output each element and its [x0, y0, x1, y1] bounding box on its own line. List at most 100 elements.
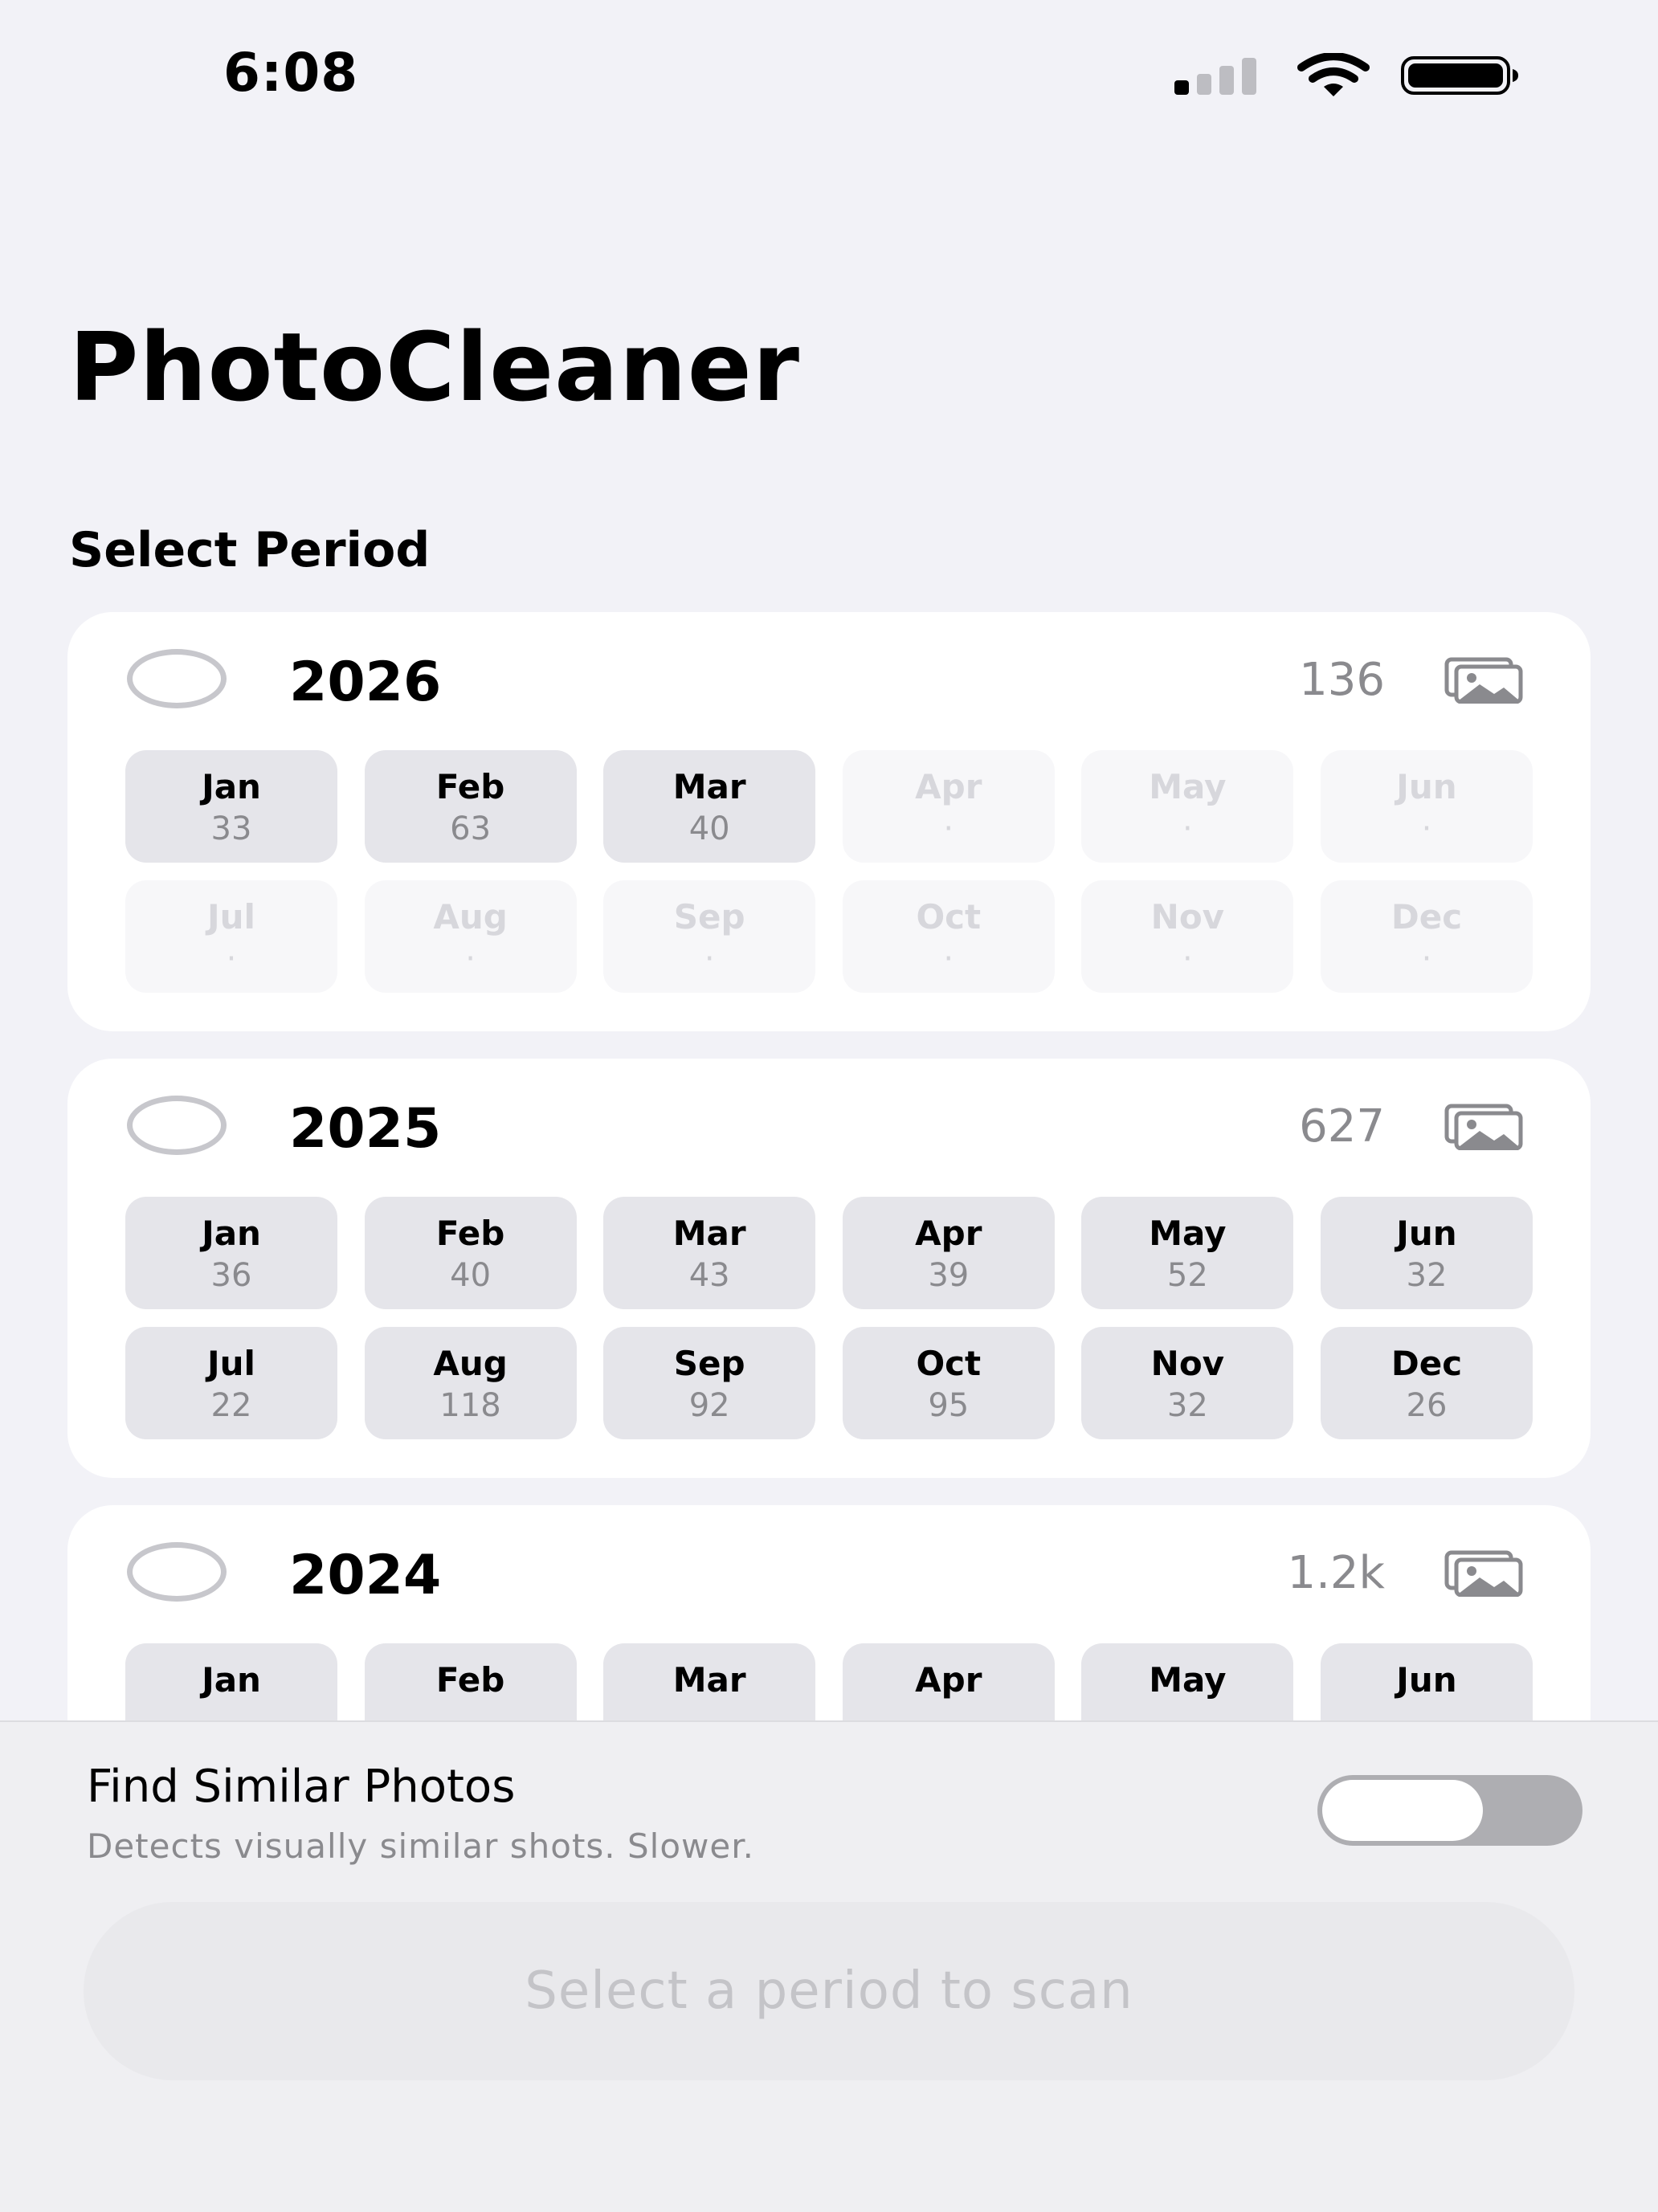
similar-photos-title: Find Similar Photos [87, 1761, 516, 1813]
year-photo-count: 627 [1299, 1100, 1385, 1153]
month-count: 36 [210, 1257, 252, 1294]
month-name: Mar [672, 1214, 746, 1253]
photo-stack-icon [1444, 1550, 1523, 1597]
month-count: 118 [439, 1387, 501, 1424]
bottom-panel: Find Similar Photos Detects visually sim… [0, 1720, 1658, 2212]
month-tile-jun: Jun · [1320, 750, 1533, 863]
month-name: Jun [1396, 1660, 1457, 1700]
month-name: Nov [1150, 897, 1225, 937]
month-name: May [1149, 1660, 1227, 1700]
year-photo-count: 136 [1299, 654, 1385, 706]
month-count: · [1421, 941, 1432, 977]
month-tile-oct[interactable]: Oct 95 [842, 1327, 1055, 1439]
month-tile-jul[interactable]: Jul 22 [125, 1327, 337, 1439]
month-tile-apr: Apr · [842, 750, 1055, 863]
month-tile-apr[interactable]: Apr 39 [842, 1197, 1055, 1309]
month-name: Jan [202, 1214, 261, 1253]
year-select-radio[interactable] [127, 1542, 227, 1602]
year-photo-count: 1.2k [1287, 1547, 1386, 1599]
month-name: Jun [1396, 767, 1457, 806]
month-name: May [1149, 1214, 1227, 1253]
cellular-signal-icon [1174, 58, 1256, 95]
month-count: · [704, 941, 715, 977]
month-tile-dec: Dec · [1320, 880, 1533, 993]
month-tile-nov: Nov · [1081, 880, 1294, 993]
month-count: · [1182, 810, 1193, 847]
month-count: 33 [210, 810, 252, 847]
month-count: 40 [688, 810, 730, 847]
photo-stack-icon [1444, 657, 1523, 704]
month-name: Feb [435, 1660, 505, 1700]
month-tile-feb[interactable]: Feb 40 [364, 1197, 577, 1309]
photo-stack-icon [1444, 1104, 1523, 1150]
month-tile-mar[interactable]: Mar 40 [603, 750, 816, 863]
month-tile-sep: Sep · [603, 880, 816, 993]
month-count: 43 [688, 1257, 730, 1294]
month-count: 40 [450, 1257, 492, 1294]
month-tile-mar[interactable]: Mar 43 [603, 1197, 816, 1309]
month-name: Apr [915, 767, 982, 806]
month-name: Aug [433, 1344, 508, 1383]
month-count: · [943, 810, 954, 847]
month-tile-sep[interactable]: Sep 92 [603, 1327, 816, 1439]
scan-button[interactable]: Select a period to scan [84, 1902, 1574, 2080]
month-tile-may[interactable]: May 52 [1081, 1197, 1294, 1309]
year-select-radio[interactable] [127, 649, 227, 708]
month-name: May [1149, 767, 1227, 806]
month-tile-jul: Jul · [125, 880, 337, 993]
month-count: 32 [1406, 1257, 1448, 1294]
month-count: · [465, 941, 476, 977]
month-name: Apr [915, 1660, 982, 1700]
month-name: Feb [435, 767, 505, 806]
year-card-2025: 2025 627 Jan 36 Feb 40 Mar 43 Apr 39 May 52 J… [67, 1059, 1591, 1478]
month-count: 95 [928, 1387, 970, 1424]
year-label: 2026 [289, 651, 442, 714]
month-name: Jul [207, 1344, 255, 1383]
month-grid: Jan 33 Feb 63 Mar 40 Apr · May · Jun · Jul · Au… [125, 750, 1533, 993]
month-count: 26 [1406, 1387, 1448, 1424]
year-select-radio[interactable] [127, 1096, 227, 1155]
month-name: Feb [435, 1214, 505, 1253]
month-tile-jan[interactable]: Jan 33 [125, 750, 337, 863]
year-label: 2024 [289, 1544, 442, 1607]
month-tile-dec[interactable]: Dec 26 [1320, 1327, 1533, 1439]
month-count: 39 [928, 1257, 970, 1294]
month-tile-nov[interactable]: Nov 32 [1081, 1327, 1294, 1439]
month-name: Jun [1396, 1214, 1457, 1253]
month-tile-oct: Oct · [842, 880, 1055, 993]
month-count: · [943, 941, 954, 977]
month-count: 92 [688, 1387, 730, 1424]
similar-photos-toggle[interactable] [1317, 1775, 1582, 1846]
month-name: Jan [202, 767, 261, 806]
month-count: 63 [450, 810, 492, 847]
page-title: PhotoCleaner [69, 312, 800, 422]
month-name: Jan [202, 1660, 261, 1700]
month-name: Sep [673, 1344, 745, 1383]
month-count: 32 [1166, 1387, 1208, 1424]
month-tile-jan[interactable]: Jan 36 [125, 1197, 337, 1309]
month-tile-aug[interactable]: Aug 118 [364, 1327, 577, 1439]
month-name: Mar [672, 767, 746, 806]
month-tile-jun[interactable]: Jun 32 [1320, 1197, 1533, 1309]
month-name: Dec [1391, 897, 1463, 937]
battery-icon [1401, 56, 1518, 95]
month-tile-feb[interactable]: Feb 63 [364, 750, 577, 863]
toggle-knob [1322, 1780, 1483, 1841]
month-name: Dec [1391, 1344, 1463, 1383]
month-name: Apr [915, 1214, 982, 1253]
month-count: 22 [210, 1387, 252, 1424]
status-time: 6:08 [223, 42, 359, 104]
year-card-2026: 2026 136 Jan 33 Feb 63 Mar 40 Apr · May · Jun… [67, 612, 1591, 1031]
year-label: 2025 [289, 1097, 442, 1161]
month-count: · [1182, 941, 1193, 977]
month-name: Sep [673, 897, 745, 937]
month-name: Nov [1150, 1344, 1225, 1383]
month-tile-may: May · [1081, 750, 1294, 863]
month-tile-aug: Aug · [364, 880, 577, 993]
month-name: Oct [916, 897, 982, 937]
month-name: Jul [207, 897, 255, 937]
month-count: 52 [1166, 1257, 1208, 1294]
month-grid: Jan 36 Feb 40 Mar 43 Apr 39 May 52 Jun 32 Jul 2… [125, 1197, 1533, 1439]
month-count: · [1421, 810, 1432, 847]
month-name: Oct [916, 1344, 982, 1383]
